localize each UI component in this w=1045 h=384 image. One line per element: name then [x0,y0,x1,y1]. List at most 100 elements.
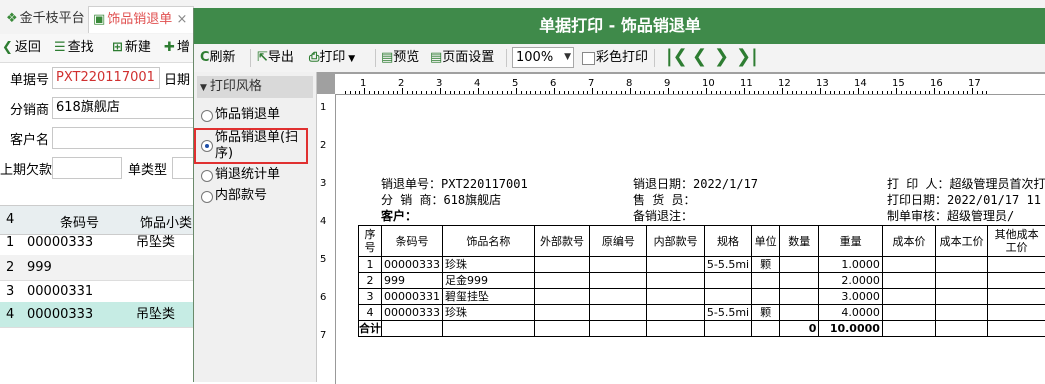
ruler-tick [782,88,783,94]
color-print-checkbox[interactable] [582,52,595,65]
new-icon: ⊞ [112,40,123,55]
print-button[interactable]: ⎙打印 ▼ [309,48,355,68]
cell: 00000333 [382,305,443,321]
ruler-tick [359,91,360,94]
new-button[interactable]: ⊞新建 [112,38,151,58]
chevron-down-icon[interactable]: ▼ [345,54,355,64]
ruler-tick [488,91,489,94]
report-col-header: 单位 [752,226,780,257]
distributor-field[interactable]: 618旗舰店 [52,97,194,119]
report-row: 400000333珍珠5-5.5mi颗4.0000 [359,305,1045,321]
export-icon: ⇱ [257,50,268,65]
style-radio-3[interactable] [201,170,213,182]
report-col-header: 内部款号 [647,226,705,257]
zoom-select[interactable]: 100%▼ [512,47,574,68]
table-row[interactable]: 2 999 [0,255,194,281]
grid-row-count: 4 [6,212,14,227]
bill-type-field[interactable] [172,157,194,179]
tab-close-icon[interactable]: × [176,12,187,27]
style-label-1[interactable]: 饰品销退单 [215,107,280,123]
ruler-tick [573,91,574,94]
row-number: 2 [6,255,14,280]
ruler-tick [511,91,512,94]
ruler-tick [925,91,926,94]
style-radio-2[interactable] [201,140,213,152]
search-label: 查找 [68,40,94,55]
ruler-tick [492,91,493,94]
tab-platform[interactable]: ❖金千枝平台 [2,6,91,32]
dialog-toolbar: C刷新 ⇱导出 ⎙打印 ▼ ▤预览 ▤页面设置 100%▼ 彩色打印 |❮ ❮ … [194,44,1045,73]
prev-page-icon[interactable]: ❮ [692,46,707,68]
style-radio-1[interactable] [201,110,213,122]
tab-current-label: 饰品销退单 [107,12,172,27]
preview-button[interactable]: ▤预览 [381,48,419,68]
add-button[interactable]: ✚增 [164,38,190,58]
ruler-tick [345,91,346,94]
next-page-icon[interactable]: ❯ [714,46,729,68]
cell [780,305,819,321]
print-style-header[interactable]: ▼打印风格 [197,76,313,98]
bill-type-label: 单类型 [128,159,167,178]
ruler-number: 16 [930,78,943,89]
ruler-tick [844,91,845,94]
ruler-tick [611,91,612,94]
ruler-tick [606,91,607,94]
refresh-button[interactable]: C刷新 [200,48,236,68]
export-button[interactable]: ⇱导出 [257,48,294,68]
ruler-tick [877,91,878,94]
report-col-header: 成本价 [882,226,935,257]
cell: 00000333 [382,257,443,273]
ruler-tick [592,88,593,94]
table-row-selected[interactable]: 4 00000333 吊坠类 [0,302,194,328]
ruler-tick [963,91,964,94]
cell [780,289,819,305]
ruler-tick [929,91,930,94]
tab-current[interactable]: ▣饰品销退单 × [88,6,194,33]
ruler-tick [801,91,802,94]
ruler-tick [521,91,522,94]
ruler-tick [934,88,935,94]
style-label-3[interactable]: 销退统计单 [215,167,280,183]
dialog-title[interactable]: 单据打印 - 饰品销退单 [194,8,1045,44]
last-page-icon[interactable]: ❯| [736,46,758,68]
col-header-category[interactable]: 饰品小类 [140,212,192,231]
ruler-tick [564,91,565,94]
table-row[interactable]: 1 00000333 吊坠类 [0,230,194,256]
ruler-tick [972,88,973,94]
ruler-tick [374,91,375,94]
ruler-number: 11 [740,78,753,89]
cell [590,321,647,337]
info-printer: 打 印 人：超级管理员首次打 [887,175,1045,192]
style-label-2[interactable]: 饰品销退单(扫序) [215,130,307,162]
customer-field[interactable] [52,127,194,149]
cell: 999 [382,273,443,289]
preview-icon: ▤ [381,50,393,65]
ruler-tick [545,91,546,94]
ruler-tick [483,91,484,94]
style-radio-4[interactable] [201,191,213,203]
row-category: 吊坠类 [136,230,175,255]
cell [936,289,988,305]
cell [936,305,988,321]
ruler-tick [920,91,921,94]
bill-no-field[interactable]: PXT220117001 [52,67,160,89]
cell [647,305,705,321]
back-button[interactable]: ❮返回 [2,38,41,58]
cell [382,321,443,337]
report-col-header: 外部款号 [534,226,590,257]
ruler-tick [948,91,949,94]
prev-debt-field[interactable] [52,157,122,179]
col-header-code[interactable]: 条码号 [60,212,99,231]
style-label-4[interactable]: 内部款号 [215,188,267,204]
ruler-tick [825,91,826,94]
row-number: 3 [6,279,14,304]
ruler-tick [526,91,527,94]
ruler-tick [630,88,631,94]
ruler-tick [421,91,422,94]
info-return-note: 备销退注： [633,207,693,224]
search-button[interactable]: ☰查找 [54,38,94,58]
page-setup-button[interactable]: ▤页面设置 [430,48,494,68]
ruler-tick [744,88,745,94]
first-page-icon[interactable]: |❮ [666,46,688,68]
main-toolbar: ❮返回 ☰查找 ⊞新建 ✚增 [0,34,194,63]
